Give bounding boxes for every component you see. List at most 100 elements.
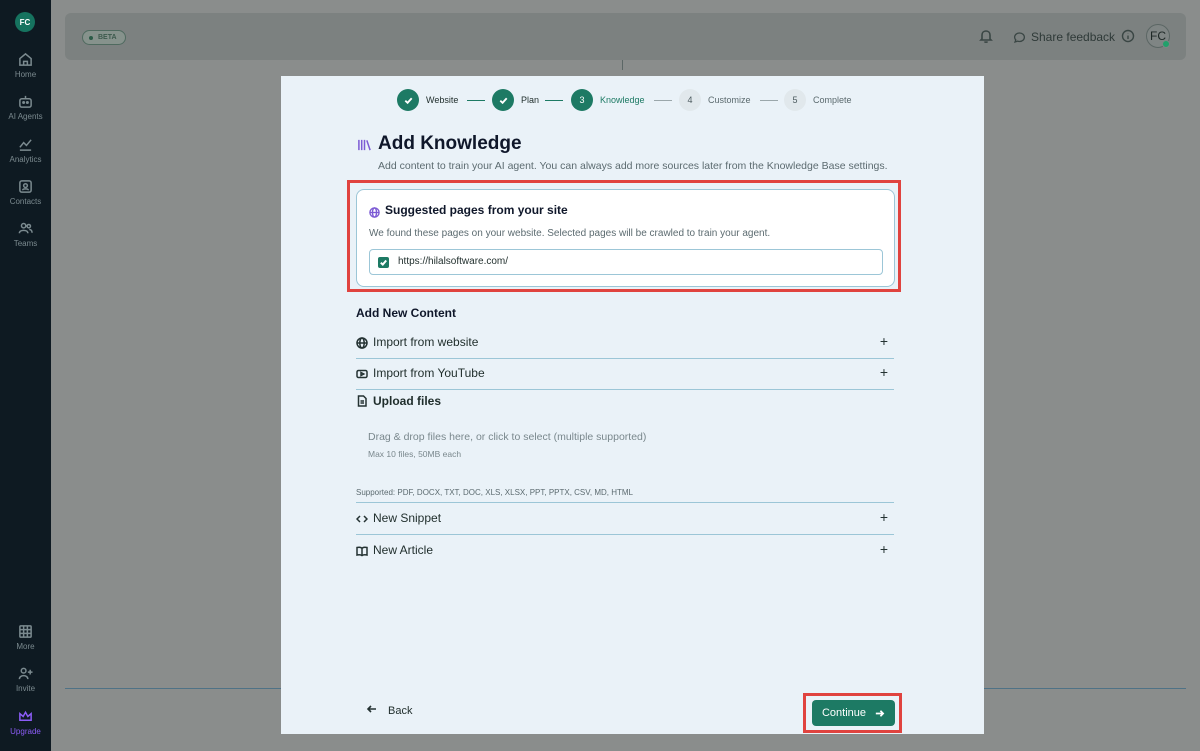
workspace-avatar[interactable]: FC <box>15 12 35 32</box>
page-url: https://hilalsoftware.com/ <box>398 256 509 267</box>
sidebar-item-label: More <box>16 642 35 651</box>
row-label: Import from YouTube <box>373 366 485 380</box>
sidebar-item-more[interactable]: More <box>0 624 51 662</box>
step-label: Customize <box>708 95 751 105</box>
step-number: 5 <box>784 89 806 111</box>
continue-button[interactable]: Continue <box>812 700 895 726</box>
new-article-row[interactable]: New Article + <box>356 535 894 566</box>
check-icon <box>499 97 507 104</box>
step-connector <box>545 99 563 101</box>
step-complete: 5 Complete <box>784 88 852 112</box>
row-label: New Snippet <box>373 511 442 525</box>
suggested-page-row[interactable]: https://hilalsoftware.com/ <box>369 249 883 275</box>
home-icon <box>19 52 32 66</box>
step-connector <box>467 99 485 101</box>
row-label: Import from website <box>373 335 479 349</box>
check-icon <box>404 97 412 104</box>
step-label: Website <box>426 95 459 105</box>
dropzone-instructions: Drag & drop files here, or click to sele… <box>368 431 647 443</box>
onboarding-modal: Website Plan 3 Knowledge 4 Customize 5 C… <box>281 76 984 734</box>
new-snippet-row[interactable]: New Snippet + <box>355 503 894 535</box>
supported-formats: Supported: PDF, DOCX, TXT, DOC, XLS, XLS… <box>356 488 894 503</box>
teams-icon <box>18 222 33 234</box>
back-label: Back <box>388 705 413 717</box>
info-icon <box>1121 29 1135 43</box>
suggested-pages-card: Suggested pages from your site We found … <box>356 189 895 287</box>
add-content-title: Add New Content <box>356 306 456 320</box>
sidebar: FC Home AI Agents Analytics Contacts Tea… <box>0 0 51 751</box>
sidebar-item-label: Teams <box>13 239 38 248</box>
share-feedback-label: Share feedback <box>1031 30 1116 44</box>
info-button[interactable] <box>1121 29 1135 43</box>
row-label: New Article <box>373 543 434 557</box>
back-button[interactable]: Back <box>366 702 412 720</box>
sidebar-item-analytics[interactable]: Analytics <box>0 137 51 175</box>
invite-icon <box>18 667 33 680</box>
chat-bubble-icon <box>1013 31 1026 44</box>
step-connector <box>760 99 778 101</box>
file-icon <box>356 394 368 407</box>
step-connector <box>654 99 672 101</box>
step-complete-circle <box>492 89 514 111</box>
code-icon <box>355 512 369 524</box>
sidebar-item-label: AI Agents <box>8 112 43 121</box>
step-plan: Plan <box>492 88 539 112</box>
share-feedback-button[interactable]: Share feedback <box>1007 25 1125 49</box>
sidebar-item-teams[interactable]: Teams <box>0 221 51 259</box>
suggested-pages-title: Suggested pages from your site <box>385 203 568 217</box>
step-knowledge: 3 Knowledge <box>571 88 645 112</box>
sidebar-item-label: Invite <box>15 684 36 693</box>
continue-label: Continue <box>821 707 867 719</box>
stepper: Website Plan 3 Knowledge 4 Customize 5 C… <box>397 88 877 112</box>
crown-icon <box>19 710 32 721</box>
upload-files-label: Upload files <box>373 394 442 408</box>
chart-icon <box>19 139 32 151</box>
check-icon <box>380 259 387 267</box>
step-complete-circle <box>397 89 419 111</box>
step-label: Plan <box>521 95 540 105</box>
step-website: Website <box>397 88 458 112</box>
upload-files-header: Upload files <box>356 392 556 412</box>
sidebar-item-contacts[interactable]: Contacts <box>0 179 51 217</box>
grid-icon <box>19 625 32 638</box>
import-website-row[interactable]: Import from website + <box>356 327 894 359</box>
globe-icon <box>369 205 380 218</box>
page-title: Add Knowledge <box>378 133 522 154</box>
import-youtube-row[interactable]: Import from YouTube + <box>356 358 894 390</box>
dropzone-limits: Max 10 files, 50MB each <box>368 449 462 459</box>
step-label: Complete <box>813 95 852 105</box>
file-dropzone[interactable]: Drag & drop files here, or click to sele… <box>356 420 894 482</box>
step-number: 3 <box>571 89 593 111</box>
sidebar-item-upgrade[interactable]: Upgrade <box>0 709 51 747</box>
book-icon <box>356 544 368 557</box>
suggested-pages-description: We found these pages on your website. Se… <box>369 228 771 239</box>
modal-footer: Back Continue <box>281 688 984 734</box>
bell-icon <box>979 30 993 44</box>
user-avatar[interactable]: FC <box>1146 24 1170 48</box>
library-icon <box>357 138 372 152</box>
contacts-icon <box>19 180 32 193</box>
plus-icon[interactable]: + <box>880 364 888 380</box>
step-label: Knowledge <box>600 95 645 105</box>
robot-icon <box>19 95 32 108</box>
sidebar-item-home[interactable]: Home <box>0 52 51 90</box>
sidebar-item-label: Home <box>14 70 37 79</box>
divider <box>622 60 623 70</box>
sidebar-item-ai-agents[interactable]: AI Agents <box>0 94 51 132</box>
arrow-left-icon <box>366 702 378 720</box>
arrow-right-icon <box>875 709 885 717</box>
page-checkbox[interactable] <box>378 257 389 268</box>
sidebar-item-invite[interactable]: Invite <box>0 666 51 704</box>
sidebar-item-label: Analytics <box>9 155 42 164</box>
top-bar: BETA Share feedback FC <box>65 13 1186 60</box>
plus-icon[interactable]: + <box>880 541 888 557</box>
sidebar-item-label: Upgrade <box>10 727 41 736</box>
youtube-icon <box>356 367 368 379</box>
beta-badge: BETA <box>82 30 126 45</box>
notifications-button[interactable] <box>978 28 994 44</box>
step-customize: 4 Customize <box>679 88 751 112</box>
plus-icon[interactable]: + <box>880 509 888 525</box>
globe-icon <box>356 336 368 349</box>
sidebar-item-label: Contacts <box>9 197 42 206</box>
plus-icon[interactable]: + <box>880 333 888 349</box>
